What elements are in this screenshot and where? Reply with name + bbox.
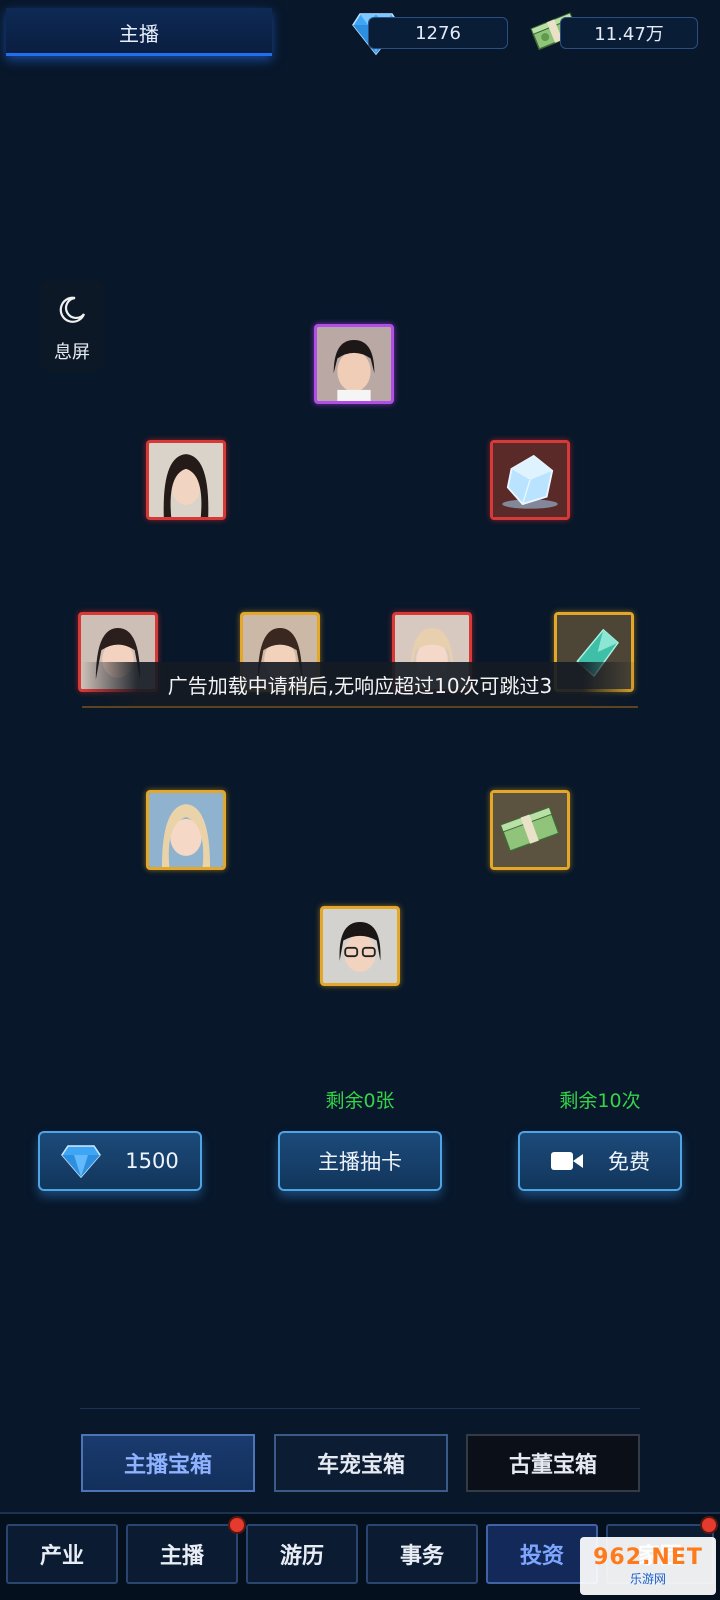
moon-icon	[56, 294, 88, 330]
diamond-icon	[61, 1143, 102, 1179]
nav-travel[interactable]: 游历	[246, 1524, 358, 1584]
diamond-draw-button[interactable]: 1500	[38, 1131, 202, 1191]
tab-streamer-chest[interactable]: 主播宝箱	[81, 1434, 255, 1492]
nav-industry[interactable]: 产业	[6, 1524, 118, 1584]
page-title: 主播	[119, 22, 159, 46]
nav-invest-label: 投资	[519, 1544, 564, 1569]
watermark: 962.NET 乐游网	[580, 1537, 716, 1595]
nav-streamer[interactable]: 主播	[126, 1516, 246, 1584]
streamer-card-bottom[interactable]	[320, 906, 400, 986]
notification-badge	[700, 1516, 718, 1534]
tab-car-pet-chest[interactable]: 车宠宝箱	[274, 1434, 448, 1492]
streamer-draw-label: 主播抽卡	[318, 1150, 402, 1174]
diamond-cost-label: 1500	[125, 1149, 179, 1173]
remaining-times-text: 剩余10次	[559, 1090, 641, 1112]
nav-industry-label: 产业	[39, 1544, 84, 1569]
free-draw-button[interactable]: 免费	[518, 1131, 682, 1191]
watermark-top: 962.NET	[593, 1545, 703, 1570]
sleep-screen-button[interactable]: 息屏	[40, 280, 104, 372]
ad-loading-toast: 广告加载中请稍后,无响应超过10次可跳过3	[82, 662, 638, 708]
nav-streamer-label: 主播	[159, 1544, 204, 1569]
nav-travel-label: 游历	[279, 1544, 324, 1569]
nav-affairs[interactable]: 事务	[366, 1524, 478, 1584]
ice-cube-icon	[493, 443, 567, 517]
notification-badge	[228, 1516, 246, 1534]
tab-antique-chest[interactable]: 古董宝箱	[466, 1434, 640, 1492]
video-icon	[550, 1149, 584, 1173]
divider	[80, 1408, 640, 1409]
cash-count: 11.47万	[560, 17, 698, 49]
title-tab: 主播	[6, 8, 272, 56]
sleep-screen-label: 息屏	[54, 342, 90, 363]
remaining-cards-text: 剩余0张	[325, 1090, 395, 1112]
streamer-card-top[interactable]	[314, 324, 394, 404]
streamer-card-left-lower[interactable]	[146, 790, 226, 870]
watermark-bottom: 乐游网	[629, 1572, 666, 1586]
ice-cube-card[interactable]	[490, 440, 570, 520]
cash-stack-card[interactable]	[490, 790, 570, 870]
streamer-card-left-upper[interactable]	[146, 440, 226, 520]
diamond-count: 1276	[368, 17, 508, 49]
nav-affairs-label: 事务	[399, 1544, 444, 1569]
streamer-draw-button[interactable]: 主播抽卡	[278, 1131, 442, 1191]
free-draw-label: 免费	[608, 1150, 650, 1174]
cash-stack-icon	[493, 793, 567, 867]
